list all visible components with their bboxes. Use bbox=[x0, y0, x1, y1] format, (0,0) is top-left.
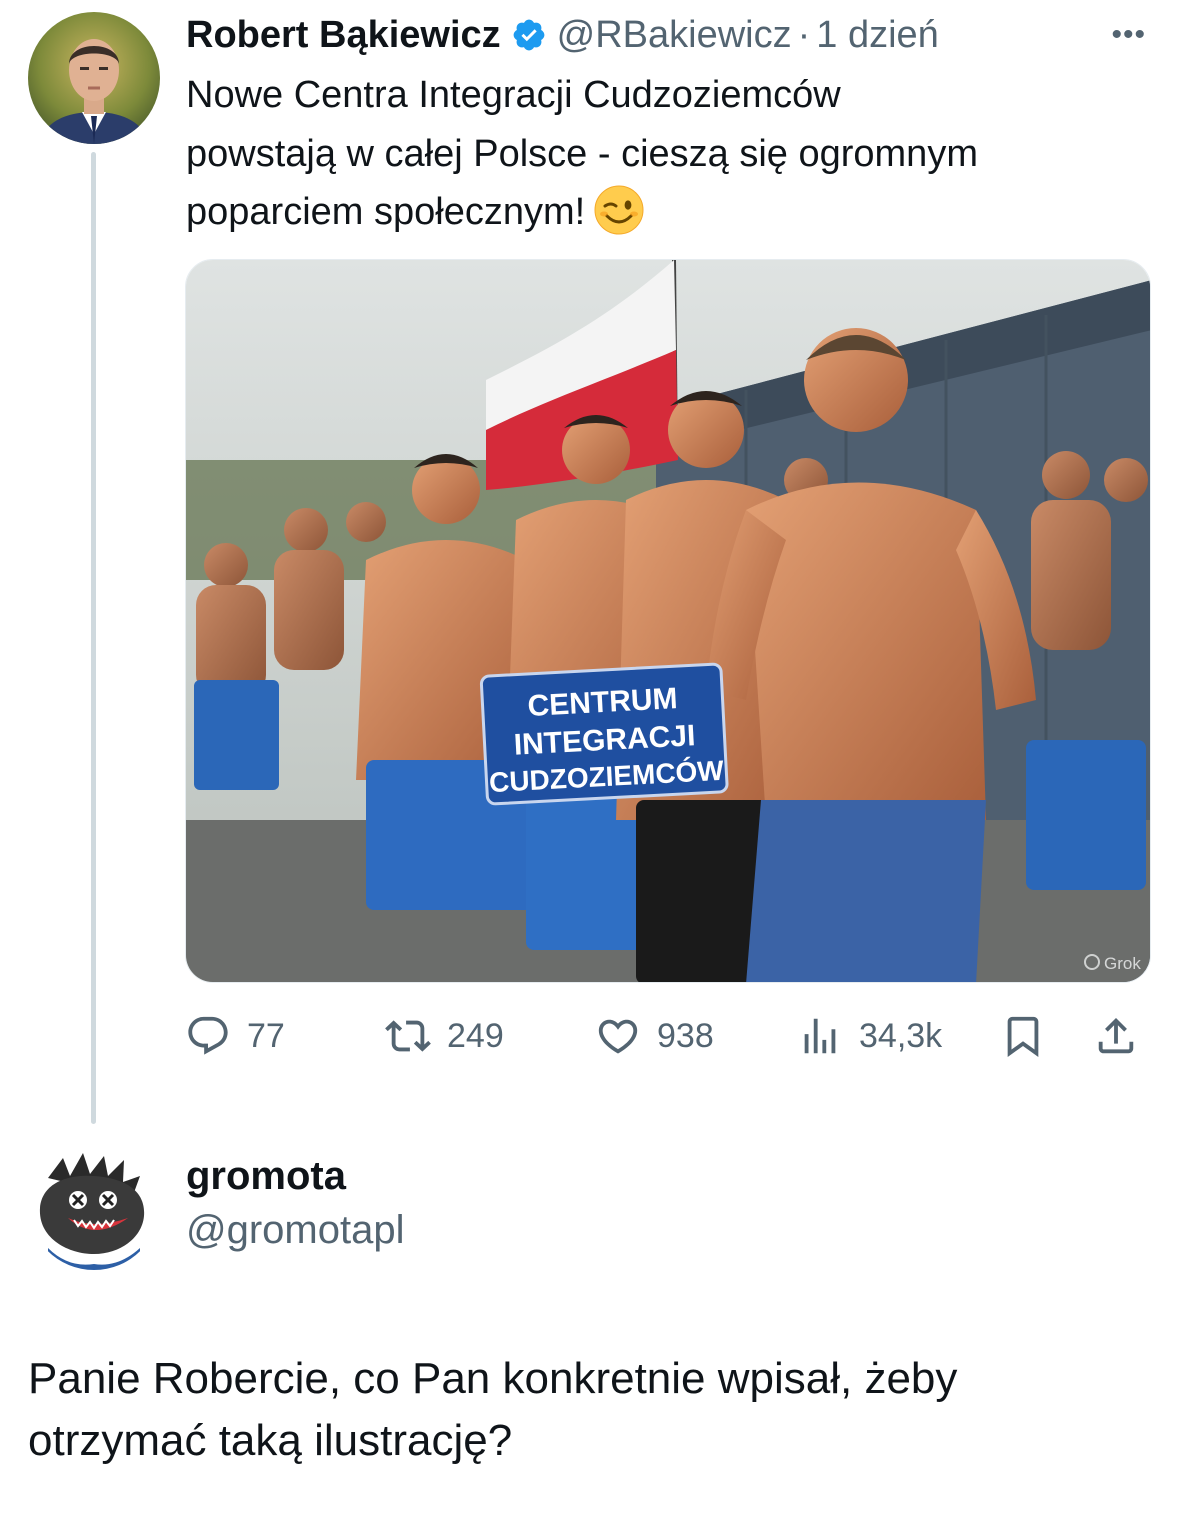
reply-text: Panie Robercie, co Pan konkretnie wpisał… bbox=[28, 1348, 1148, 1472]
reply-author-avatar[interactable] bbox=[28, 1138, 160, 1270]
tweet-text-line: powstają w całej Polsce - cieszą się ogr… bbox=[186, 132, 978, 175]
like-count: 938 bbox=[657, 1016, 714, 1055]
reply-author-handle[interactable]: @gromotapl bbox=[186, 1208, 404, 1253]
tweet-media-image[interactable]: CENTRUM INTEGRACJI CUDZOZIEMCÓW Grok bbox=[185, 259, 1151, 983]
heart-icon bbox=[598, 1019, 638, 1054]
author-handle[interactable]: @RBakiewicz bbox=[557, 14, 792, 57]
views-chart-icon bbox=[804, 1018, 836, 1054]
author-name[interactable]: Robert Bąkiewicz bbox=[186, 14, 501, 57]
reply-text-line: otrzymać taką ilustrację? bbox=[28, 1416, 513, 1465]
grok-watermark: Grok bbox=[1104, 954, 1141, 973]
bookmark-button[interactable] bbox=[1000, 1005, 1046, 1067]
tweet-text-line: poparciem społecznym! bbox=[186, 183, 1146, 242]
reply-icon bbox=[188, 1016, 228, 1055]
reply-text-line: Panie Robercie, co Pan konkretnie wpisał… bbox=[28, 1354, 958, 1403]
tweet-text-line: Nowe Centra Integracji Cudzoziemców bbox=[186, 74, 841, 116]
winking-face-emoji-icon bbox=[594, 185, 644, 235]
reply-author-name[interactable]: gromota bbox=[186, 1154, 346, 1199]
reply-count: 77 bbox=[247, 1016, 285, 1055]
views-button[interactable]: 34,3k bbox=[797, 1005, 942, 1067]
tweet-actions-bar: 77 249 938 34,3k bbox=[185, 1005, 1151, 1067]
author-avatar[interactable] bbox=[28, 12, 160, 144]
retweet-button[interactable]: 249 bbox=[385, 1005, 504, 1067]
retweet-icon bbox=[385, 1020, 431, 1052]
bookmark-icon bbox=[1007, 1016, 1039, 1057]
tweet-text: Nowe Centra Integracji Cudzoziemców pows… bbox=[186, 66, 1146, 242]
verified-badge-icon bbox=[513, 19, 545, 51]
share-button[interactable] bbox=[1093, 1005, 1139, 1067]
tweet-time[interactable]: 1 dzień bbox=[816, 14, 939, 57]
tweet-thread: Robert Bąkiewicz @RBakiewicz · 1 dzień •… bbox=[0, 0, 1179, 1516]
thread-line bbox=[91, 152, 96, 1124]
tweet-header: Robert Bąkiewicz @RBakiewicz · 1 dzień •… bbox=[186, 10, 1146, 60]
separator-dot: · bbox=[797, 13, 811, 56]
reply-button[interactable]: 77 bbox=[185, 1005, 285, 1067]
share-icon bbox=[1098, 1017, 1134, 1054]
more-options-icon[interactable]: ••• bbox=[1111, 18, 1146, 52]
retweet-count: 249 bbox=[447, 1016, 504, 1055]
like-button[interactable]: 938 bbox=[595, 1005, 714, 1067]
tweet-text-line-end: poparciem społecznym! bbox=[186, 191, 586, 233]
views-count: 34,3k bbox=[859, 1016, 943, 1055]
